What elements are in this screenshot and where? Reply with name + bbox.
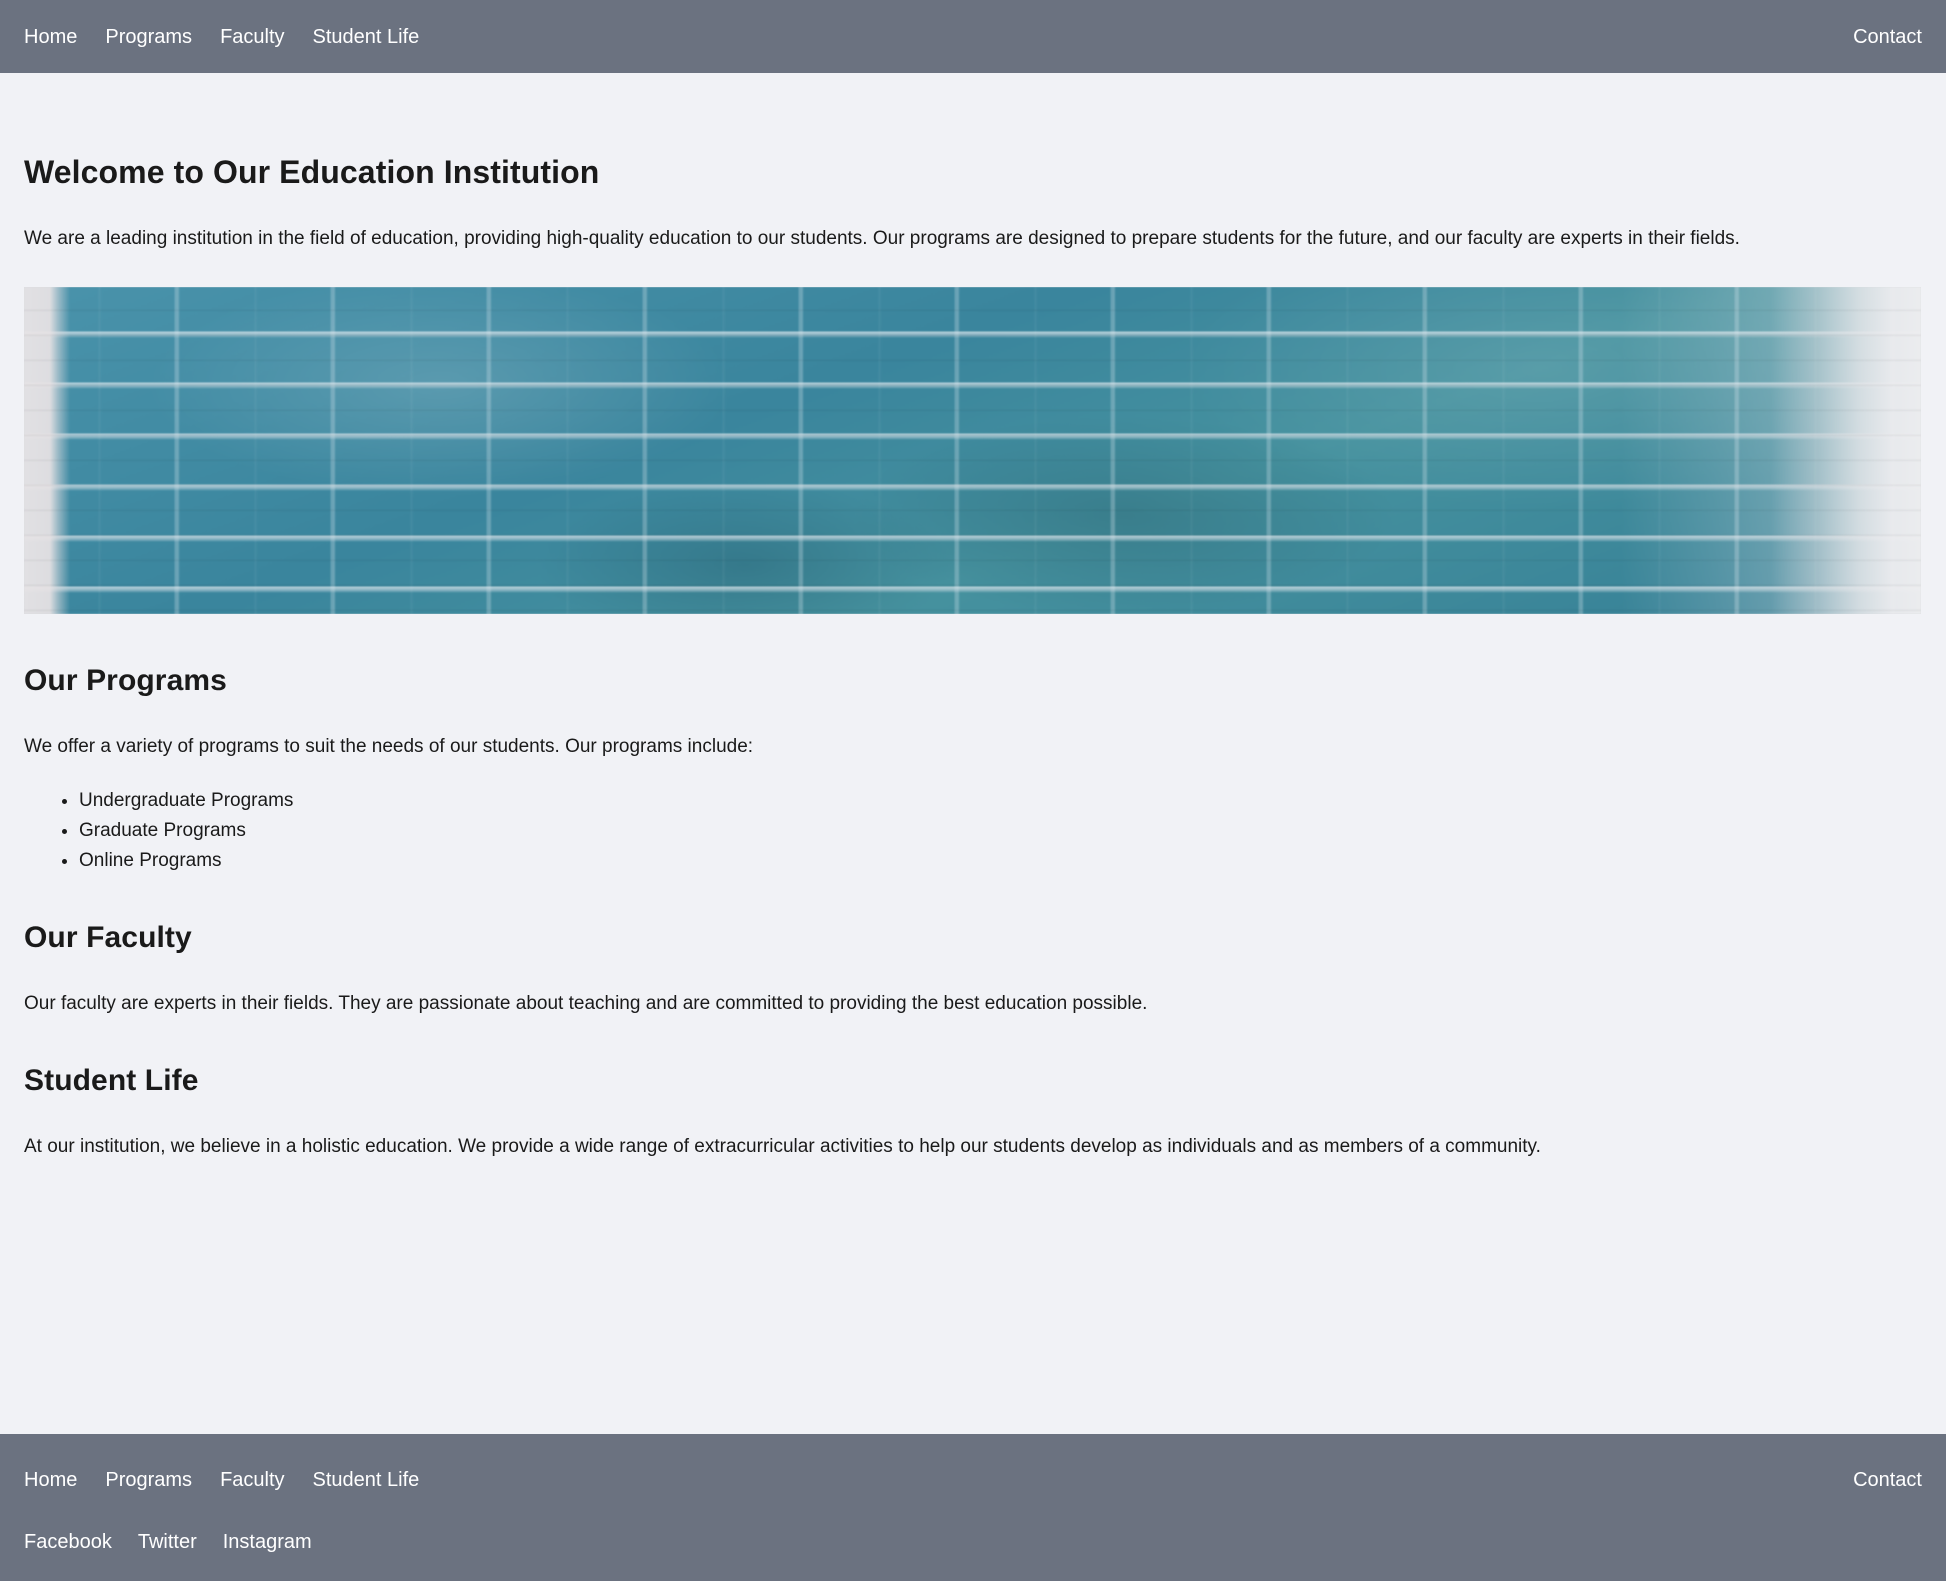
social-link-twitter[interactable]: Twitter — [138, 1532, 197, 1552]
social-link-facebook[interactable]: Facebook — [24, 1532, 112, 1552]
social-link-instagram[interactable]: Instagram — [223, 1532, 312, 1552]
nav-link-programs[interactable]: Programs — [105, 27, 192, 47]
student-life-paragraph: At our institution, we believe in a holi… — [24, 1135, 1541, 1157]
welcome-paragraph: We are a leading institution in the fiel… — [24, 228, 1740, 250]
nav-link-student-life[interactable]: Student Life — [313, 27, 420, 47]
spacer-after-hero — [24, 614, 1922, 663]
page-title: Welcome to Our Education Institution — [24, 154, 600, 190]
footer-social-links: Facebook Twitter Instagram — [24, 1532, 1922, 1552]
site-footer: Home Programs Faculty Student Life Conta… — [0, 1434, 1946, 1581]
nav-right-group: Contact — [1853, 27, 1922, 47]
faculty-heading: Our Faculty — [24, 921, 192, 955]
section-programs: Our Programs We offer a variety of progr… — [24, 663, 1922, 876]
spacer-after-faculty — [24, 1019, 1922, 1063]
footer-link-programs[interactable]: Programs — [105, 1470, 192, 1490]
footer-link-home[interactable]: Home — [24, 1470, 77, 1490]
list-item: Online Programs — [79, 846, 1922, 876]
brick-wall-graphic — [24, 286, 1921, 614]
nav-link-faculty[interactable]: Faculty — [220, 27, 284, 47]
programs-heading: Our Programs — [24, 663, 227, 697]
list-item: Undergraduate Programs — [79, 786, 1922, 816]
programs-paragraph: We offer a variety of programs to suit t… — [24, 735, 754, 757]
section-faculty: Our Faculty Our faculty are experts in t… — [24, 920, 1922, 1018]
programs-list: Undergraduate Programs Graduate Programs… — [24, 786, 1922, 876]
spacer-after-programs — [24, 876, 1922, 920]
nav-link-contact[interactable]: Contact — [1853, 27, 1922, 47]
footer-link-faculty[interactable]: Faculty — [220, 1470, 284, 1490]
hero-image — [24, 286, 1921, 614]
section-student-life: Student Life At our institution, we beli… — [24, 1063, 1922, 1161]
footer-link-contact[interactable]: Contact — [1853, 1470, 1922, 1490]
primary-nav: Home Programs Faculty Student Life — [24, 27, 419, 47]
top-navbar: Home Programs Faculty Student Life Conta… — [0, 0, 1946, 73]
footer-nav-row: Home Programs Faculty Student Life Conta… — [24, 1470, 1922, 1490]
main-content: Welcome to Our Education Institution We … — [0, 73, 1946, 1161]
faculty-paragraph: Our faculty are experts in their fields.… — [24, 993, 1148, 1015]
footer-link-student-life[interactable]: Student Life — [313, 1470, 420, 1490]
list-item: Graduate Programs — [79, 816, 1922, 846]
nav-link-home[interactable]: Home — [24, 27, 77, 47]
footer-nav: Home Programs Faculty Student Life — [24, 1470, 419, 1490]
student-life-heading: Student Life — [24, 1063, 199, 1097]
section-welcome: Welcome to Our Education Institution We … — [24, 153, 1922, 614]
